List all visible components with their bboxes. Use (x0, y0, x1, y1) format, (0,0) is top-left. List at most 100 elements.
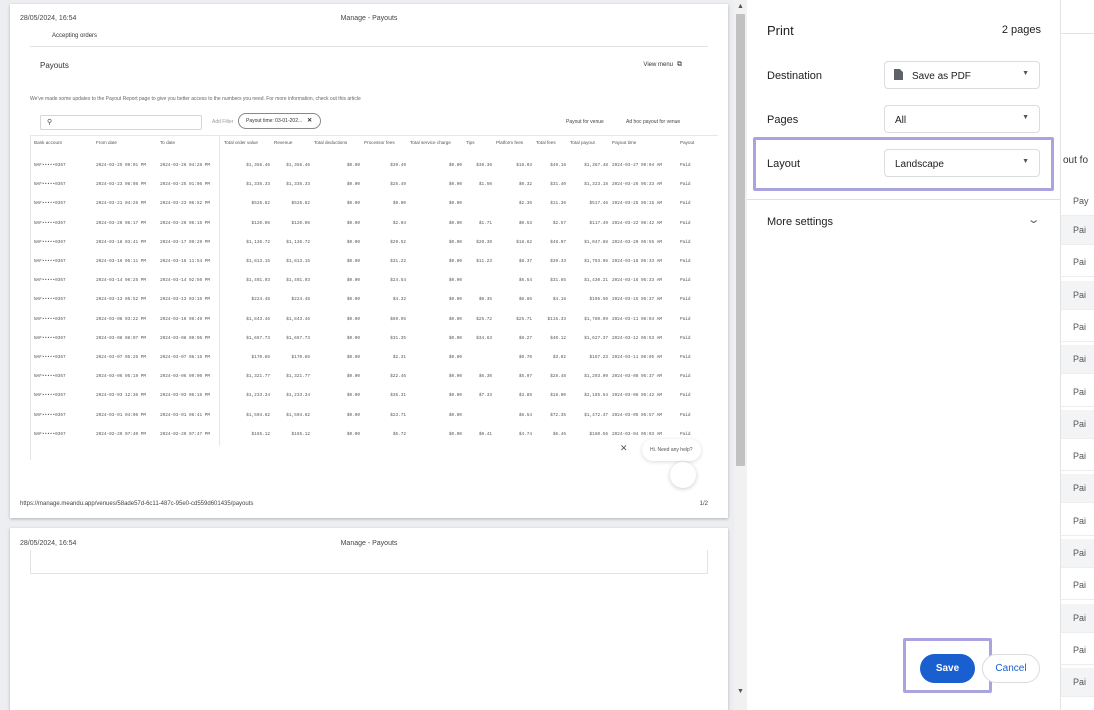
background-page: out fo Pay Pai Pai Pai Pai Pai Pai Pai Pai Pai Pa… (1060, 0, 1094, 710)
background-column-fragment: Pay (1061, 187, 1094, 216)
table-cell: 2024-03-01 04:06 PM (96, 412, 147, 418)
table-cell: $49.18 (550, 163, 566, 169)
scroll-up-icon[interactable]: ▲ (737, 3, 744, 10)
preview-page-1: 28/05/2024, 16:54 Manage - Payouts Accep… (10, 4, 728, 518)
ad-hoc-payout-link: Ad hoc payout for venue (626, 119, 681, 125)
table-cell: $1,293.09 (584, 374, 608, 380)
search-input: ⚲ (40, 115, 202, 130)
table-cell: 2024-03-12 05:53 AM (612, 335, 663, 341)
table-row: NAF•••••0367 2024-03-06 05:19 PM 2024-03-0… (32, 367, 698, 386)
background-cell: Pai (1061, 378, 1094, 407)
table-cell: Paid (680, 297, 691, 303)
table-cell: $0.35 (478, 297, 492, 303)
table-cell: $4.18 (552, 297, 566, 303)
table-cell: Paid (680, 354, 691, 360)
table-cell: $1,430.21 (584, 278, 608, 284)
col-header: Total payout (570, 140, 595, 145)
table-cell: $0.00 (448, 278, 462, 284)
preview-scrollbar[interactable]: ▲ ▼ (734, 0, 747, 710)
table-cell: NAF•••••0367 (34, 201, 66, 207)
table-row: NAF•••••0367 2024-03-23 08:08 PM 2024-03-2… (32, 175, 698, 194)
scrollbar-thumb[interactable] (736, 14, 745, 466)
table-cell: 2024-02-29 07:47 PM (160, 431, 211, 437)
table-cell: 2024-03-25 05:15 AM (612, 201, 663, 207)
table-cell (464, 194, 494, 213)
table-cell: $117.49 (589, 220, 608, 226)
table-cell: $0.00 (346, 354, 360, 360)
background-toolbar (1061, 4, 1094, 34)
table-cell: 2024-03-16 05:11 PM (96, 259, 147, 265)
scroll-down-icon[interactable]: ▼ (737, 688, 744, 695)
table-cell: NAF•••••0367 (34, 316, 66, 322)
table-cell: $2.04 (392, 220, 406, 226)
payouts-table: Bank account From date To date Total ord… (32, 140, 698, 444)
pages-select[interactable]: All ▼ (884, 105, 1040, 133)
table-cell: $25.72 (476, 316, 492, 322)
table-cell: NAF•••••0367 (34, 182, 66, 188)
more-settings-toggle[interactable]: More settings (767, 216, 833, 228)
table-cell: $120.06 (251, 220, 270, 226)
destination-select[interactable]: Save as PDF ▼ (884, 61, 1040, 89)
table-cell: $20.39 (476, 239, 492, 245)
table-cell: 2024-03-22 06:42 AM (612, 220, 663, 226)
table-cell: $0.00 (346, 335, 360, 341)
table-cell: $22.46 (390, 374, 406, 380)
background-cell: Pai (1061, 539, 1094, 568)
layout-select[interactable]: Landscape ▼ (884, 149, 1040, 177)
table-cell: $1,780.99 (584, 316, 608, 322)
table-cell: $11.23 (476, 259, 492, 265)
table-cell: $1,504.62 (246, 412, 270, 418)
table-cell: NAF•••••0367 (34, 163, 66, 169)
table-cell: 2024-03-18 05:33 AM (612, 259, 663, 265)
document-icon (894, 69, 903, 80)
table-cell: $72.35 (550, 412, 566, 418)
table-row: NAF•••••0367 2024-03-01 04:06 PM 2024-03-0… (32, 405, 698, 424)
table-cell: $1,321.77 (286, 374, 310, 380)
table-cell: Paid (680, 259, 691, 265)
table-cell: $0.00 (346, 220, 360, 226)
table-cell: $0.00 (346, 201, 360, 207)
table-cell: $1.71 (478, 220, 492, 226)
col-header: Bank account (34, 140, 62, 145)
table-cell: NAF•••••0367 (34, 354, 66, 360)
cancel-button[interactable]: Cancel (982, 654, 1040, 683)
table-cell: 2024-03-08 03:22 PM (96, 316, 147, 322)
table-cell: $24.54 (390, 278, 406, 284)
table-cell (464, 348, 494, 367)
background-cell: Pai (1061, 507, 1094, 536)
table-cell: $31.35 (390, 335, 406, 341)
table-cell: $526.82 (291, 201, 310, 207)
table-cell: $0.00 (448, 201, 462, 207)
table-cell: 2024-03-08 05:37 AM (612, 374, 663, 380)
table-cell: 2024-03-13 03:15 PM (160, 297, 211, 303)
save-button[interactable]: Save (920, 654, 975, 683)
table-cell: Paid (680, 316, 691, 322)
filter-chip-label: Payout time: 03-01-202... (246, 118, 303, 124)
table-cell: NAF•••••0367 (34, 278, 66, 284)
table-cell: Paid (680, 412, 691, 418)
table-cell: $1,047.88 (584, 239, 608, 245)
table-row: NAF•••••0367 2024-03-25 09:01 PM 2024-03-2… (32, 156, 698, 175)
table-cell: NAF•••••0367 (34, 335, 66, 341)
table-cell: 2024-03-05 05:57 AM (612, 412, 663, 418)
table-cell: 2024-02-29 07:40 PM (96, 431, 147, 437)
table-cell: $1,233.34 (246, 393, 270, 399)
background-cell: Pai (1061, 313, 1094, 342)
table-cell: $0.00 (346, 259, 360, 265)
table-cell: 2024-03-21 04:26 PM (96, 201, 147, 207)
table-row: NAF•••••0367 2024-03-13 05:52 PM 2024-03-1… (32, 290, 698, 309)
table-cell: $48.07 (550, 239, 566, 245)
table-cell: $3.89 (518, 393, 532, 399)
table-cell: $9.00 (392, 201, 406, 207)
chevron-down-icon[interactable]: ⌄ (1026, 213, 1040, 226)
background-cell: Pai (1061, 571, 1094, 601)
table-row: NAF•••••0367 2024-03-07 05:25 PM 2024-03-0… (32, 348, 698, 367)
table-cell: Paid (680, 182, 691, 188)
table-cell: 2024-03-26 04:28 PM (160, 163, 211, 169)
table-cell: 2024-03-20 06:17 PM (96, 220, 147, 226)
table-cell: Paid (680, 220, 691, 226)
table-cell: NAF•••••0367 (34, 393, 66, 399)
table-cell: Paid (680, 163, 691, 169)
table-cell: $1,843.46 (246, 316, 270, 322)
close-icon: ✕ (620, 443, 628, 453)
